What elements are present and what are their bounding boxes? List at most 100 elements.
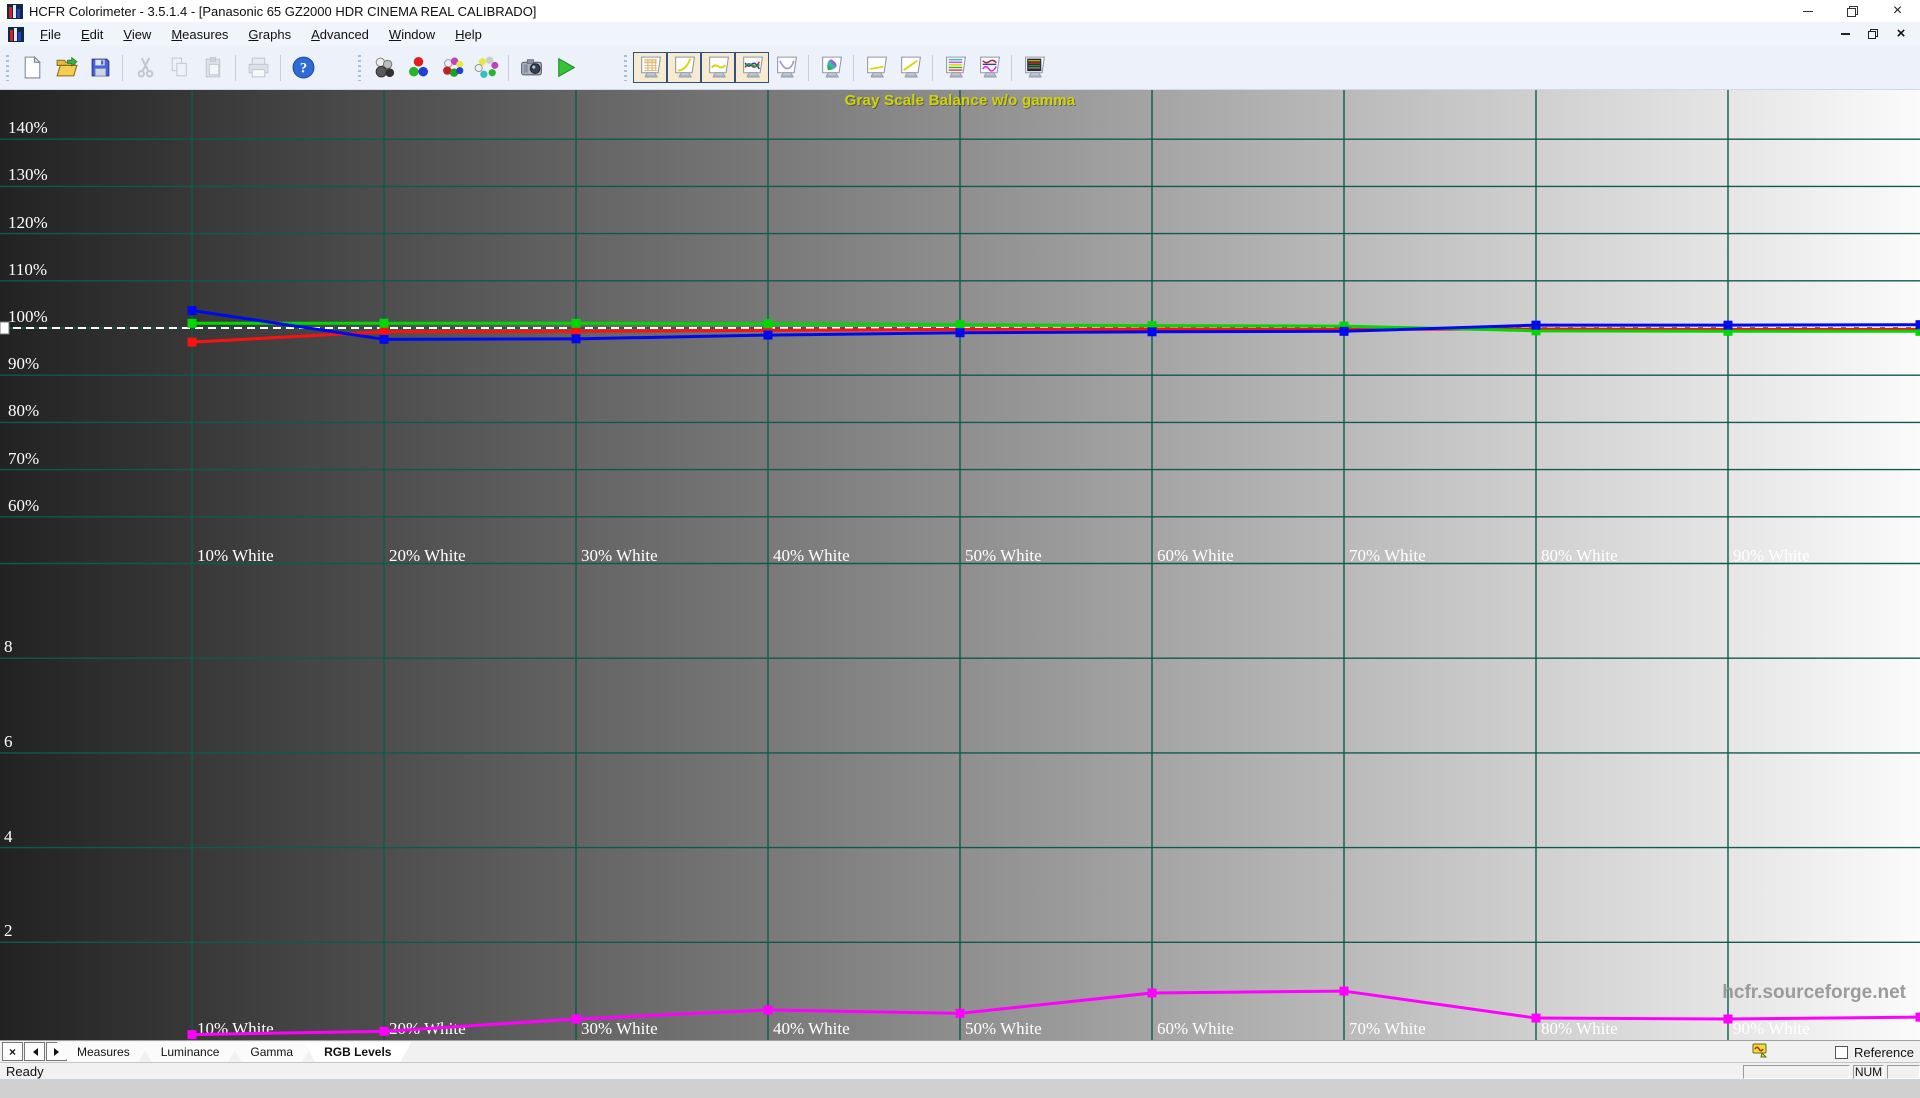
view-contrast-button[interactable] xyxy=(893,52,927,83)
view-sat-lines-button[interactable] xyxy=(938,52,972,83)
toolbar-grip[interactable] xyxy=(358,55,361,81)
menu-item-edit[interactable]: Edit xyxy=(71,24,113,45)
toolbar-separator xyxy=(280,55,281,81)
view-nearblack-button[interactable] xyxy=(701,52,735,83)
title-bar: HCFR Colorimeter - 3.5.1.4 - [Panasonic … xyxy=(0,0,1920,23)
series-delta-e xyxy=(188,987,1920,1040)
magenta-waves-icon xyxy=(977,55,1002,80)
menu-item-graphs[interactable]: Graphs xyxy=(238,24,301,45)
window-title: HCFR Colorimeter - 3.5.1.4 - [Panasonic … xyxy=(29,4,536,19)
view-temp-curves-button[interactable] xyxy=(972,52,1006,83)
rainbow-lines-icon xyxy=(943,55,968,80)
print-button[interactable] xyxy=(241,52,275,83)
luminance-curve-icon xyxy=(774,55,799,80)
view-gamma-button[interactable] xyxy=(667,52,701,83)
paste-button[interactable] xyxy=(196,52,230,83)
reference-checkbox[interactable]: Reference xyxy=(1835,1045,1914,1060)
grayscale-measures-button[interactable] xyxy=(367,52,401,83)
toolbar: ? xyxy=(0,46,1920,90)
minimize-button[interactable] xyxy=(1785,0,1830,22)
menu-item-advanced[interactable]: Advanced xyxy=(301,24,379,45)
cut-button[interactable] xyxy=(128,52,162,83)
checkbox-icon[interactable] xyxy=(1835,1046,1848,1059)
tabs: MeasuresLuminanceGammaRGB Levels xyxy=(66,1042,411,1062)
new-button[interactable] xyxy=(15,52,49,83)
play-icon xyxy=(553,55,578,80)
close-view-button[interactable]: × xyxy=(2,1042,23,1061)
spectrum-dark-icon xyxy=(1022,55,1047,80)
lowline-icon xyxy=(864,55,889,80)
mdi-document-icon[interactable] xyxy=(8,27,24,42)
status-pane-1 xyxy=(1743,1065,1850,1079)
hcfr-mini-icon xyxy=(1752,1043,1768,1059)
toolbar-separator xyxy=(808,55,809,81)
saturation-spheres-icon xyxy=(474,55,499,80)
tab-rgb-levels[interactable]: RGB Levels xyxy=(304,1042,411,1062)
saturations-measures-button[interactable] xyxy=(469,52,503,83)
copy-button[interactable] xyxy=(162,52,196,83)
close-button[interactable]: × xyxy=(1875,0,1920,22)
camera-icon xyxy=(519,55,544,80)
nearblack-curve-icon xyxy=(706,55,731,80)
mdi-restore-icon xyxy=(1868,29,1878,39)
view-spectrum-button[interactable] xyxy=(1017,52,1051,83)
new-icon xyxy=(20,55,45,80)
gray-spheres-icon xyxy=(372,55,397,80)
status-text: Ready xyxy=(6,1064,44,1079)
view-luminance-button[interactable] xyxy=(769,52,803,83)
reference-slider-handle[interactable] xyxy=(0,322,9,334)
primaries-measures-button[interactable] xyxy=(401,52,435,83)
risingline-icon xyxy=(898,55,923,80)
watermark: hcfr.sourceforge.net xyxy=(1722,982,1906,1004)
mdi-restore-button[interactable] xyxy=(1864,26,1882,42)
tab-gamma[interactable]: Gamma xyxy=(230,1042,313,1062)
menu-item-window[interactable]: Window xyxy=(379,24,445,45)
menu-item-help[interactable]: Help xyxy=(445,24,492,45)
vertical-gridlines xyxy=(192,90,1728,1040)
toolbar-grip[interactable] xyxy=(6,55,9,81)
toolbar-separator xyxy=(122,55,123,81)
view-rgb-levels-button[interactable] xyxy=(735,52,769,83)
toolbar-separator xyxy=(235,55,236,81)
rgb-levels-chart: Gray Scale Balance w/o gamma hcfr.source… xyxy=(0,90,1920,1041)
mdi-minimize-icon xyxy=(1841,33,1850,35)
capture-button[interactable] xyxy=(514,52,548,83)
views-toolbar xyxy=(622,52,1051,83)
mdi-minimize-button[interactable] xyxy=(1836,26,1854,42)
restore-icon xyxy=(1847,6,1858,17)
tab-luminance[interactable]: Luminance xyxy=(141,1042,240,1062)
tab-measures[interactable]: Measures xyxy=(57,1042,150,1062)
rgb-spheres-icon xyxy=(406,55,431,80)
view-tab-bar: × MeasuresLuminanceGammaRGB Levels Refer… xyxy=(0,1040,1920,1063)
view-cie-chart-button[interactable] xyxy=(814,52,848,83)
open-button[interactable] xyxy=(49,52,83,83)
close-icon: × xyxy=(1893,3,1902,19)
cie-icon xyxy=(819,55,844,80)
cut-icon xyxy=(133,55,158,80)
secondaries-measures-button[interactable] xyxy=(435,52,469,83)
view-lum-low-button[interactable] xyxy=(859,52,893,83)
save-icon xyxy=(88,55,113,80)
mdi-close-button[interactable]: × xyxy=(1892,26,1910,42)
run-measures-button[interactable] xyxy=(548,52,582,83)
menu-item-view[interactable]: View xyxy=(113,24,161,45)
status-pane-num: NUM xyxy=(1853,1065,1884,1079)
hcfr-application-window: HCFR Colorimeter - 3.5.1.4 - [Panasonic … xyxy=(0,0,1920,1080)
svg-text:?: ? xyxy=(299,61,306,77)
toolbar-separator xyxy=(932,55,933,81)
toolbar-separator xyxy=(508,55,509,81)
menu-item-measures[interactable]: Measures xyxy=(161,24,238,45)
status-pane-2 xyxy=(1887,1065,1920,1079)
menu-bar: FileEditViewMeasuresGraphsAdvancedWindow… xyxy=(0,22,1920,47)
gamma-curve-icon xyxy=(672,55,697,80)
toolbar-grip[interactable] xyxy=(624,55,627,81)
restore-button[interactable] xyxy=(1830,0,1875,22)
help-icon: ? xyxy=(291,55,316,80)
menu-item-file[interactable]: File xyxy=(30,24,71,45)
view-measures-grid-button[interactable] xyxy=(633,52,667,83)
about-button[interactable]: ? xyxy=(286,52,320,83)
color-spheres-icon xyxy=(440,55,465,80)
measures-toolbar xyxy=(356,52,582,83)
save-button[interactable] xyxy=(83,52,117,83)
scroll-tabs-left-button[interactable] xyxy=(24,1042,45,1061)
